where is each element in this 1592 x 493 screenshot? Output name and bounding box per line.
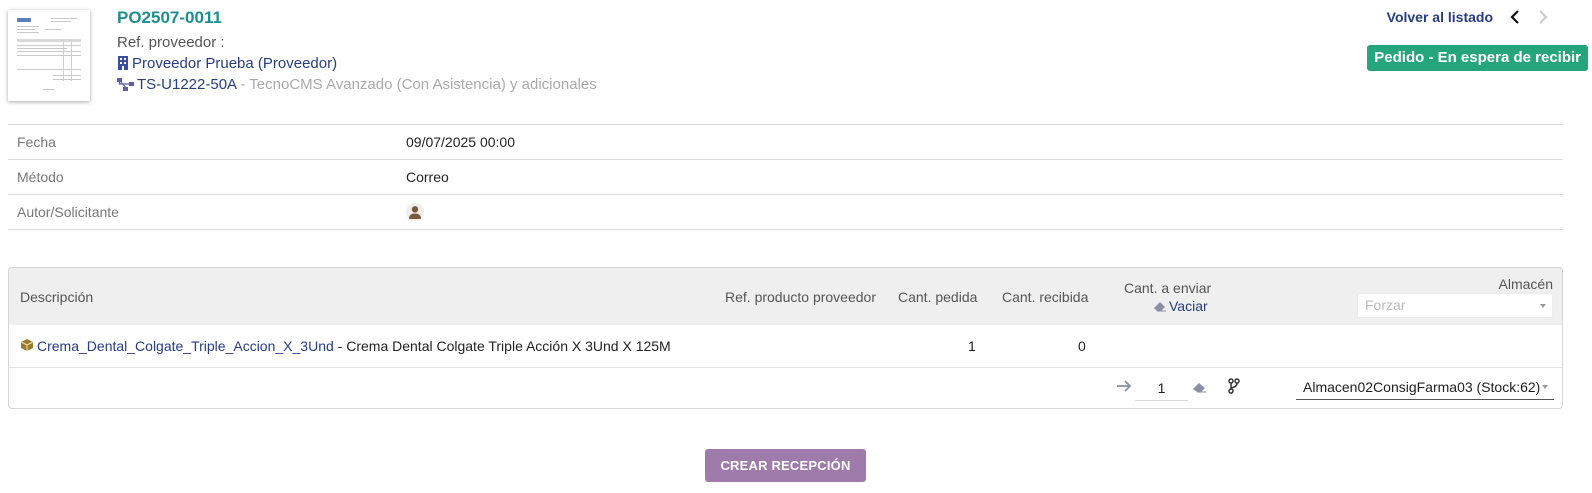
order-header: PO2507-0011 Ref. proveedor : Proveedor P… — [117, 8, 597, 95]
project-name: TecnoCMS Avanzado (Con Asistencia) y adi… — [249, 76, 597, 93]
document-preview — [17, 17, 81, 94]
split-lot-icon[interactable] — [1228, 378, 1240, 397]
dispatch-row: 1 Almacen02ConsigFarma03 (Stock:62) — [9, 368, 1562, 408]
col-qty-received: Cant. recibida — [1002, 289, 1089, 305]
col-description: Descripción — [20, 289, 94, 305]
force-placeholder: Forzar — [1365, 297, 1406, 313]
product-separator: - — [333, 338, 347, 354]
project-row: TS-U1222-50A - TecnoCMS Avanzado (Con As… — [117, 74, 597, 95]
warehouse-select[interactable]: Almacen02ConsigFarma03 (Stock:62) — [1296, 374, 1554, 400]
product-box-icon — [20, 338, 34, 355]
col-qty-ordered: Cant. pedida — [898, 289, 978, 305]
eraser-icon — [1153, 299, 1167, 315]
info-row-date: Fecha 09/07/2025 00:00 — [8, 125, 1563, 160]
chevron-left-icon[interactable] — [1508, 8, 1524, 26]
qty-to-send-input[interactable]: 1 — [1135, 375, 1188, 401]
info-value: Correo — [406, 169, 449, 185]
qty-received-value: 0 — [1078, 338, 1086, 354]
building-icon — [117, 55, 129, 76]
product-description: Crema_Dental_Colgate_Triple_Accion_X_3Un… — [20, 338, 671, 355]
document-thumbnail[interactable] — [8, 10, 90, 101]
info-value: 09/07/2025 00:00 — [406, 134, 515, 150]
eraser-icon[interactable] — [1192, 380, 1207, 396]
qty-ordered-value: 1 — [968, 338, 976, 354]
arrow-right-icon[interactable] — [1116, 379, 1132, 396]
product-label: Crema Dental Colgate Triple Acción X 3Un… — [346, 338, 671, 354]
clear-button[interactable]: Vaciar — [1153, 298, 1208, 315]
info-label: Fecha — [17, 134, 56, 150]
project-separator: - — [236, 76, 250, 93]
order-lines-table: Descripción Ref. producto proveedor Cant… — [8, 267, 1563, 409]
project-tree-icon — [117, 76, 134, 97]
caret-down-icon — [1540, 304, 1546, 308]
project-link[interactable]: TS-U1222-50A — [137, 76, 236, 93]
user-avatar-icon[interactable] — [406, 203, 424, 221]
warehouse-value: Almacen02ConsigFarma03 (Stock:62) — [1303, 379, 1541, 395]
col-qty-to-send: Cant. a enviar — [1124, 280, 1212, 296]
chevron-right-icon — [1534, 8, 1550, 26]
info-row-author: Autor/Solicitante — [8, 195, 1563, 230]
product-link[interactable]: Crema_Dental_Colgate_Triple_Accion_X_3Un… — [37, 338, 334, 354]
col-warehouse: Almacén — [1498, 276, 1553, 292]
supplier-row: Proveedor Prueba (Proveedor) — [117, 53, 597, 74]
order-reference: PO2507-0011 — [117, 8, 222, 27]
back-to-list-link[interactable]: Volver al listado — [1387, 8, 1493, 26]
col-supplier-product-ref: Ref. producto proveedor — [725, 289, 876, 305]
status-badge: Pedido - En espera de recibir — [1367, 45, 1588, 71]
info-label: Autor/Solicitante — [17, 204, 119, 220]
table-row: Crema_Dental_Colgate_Triple_Accion_X_3Un… — [9, 325, 1562, 368]
supplier-ref-label: Ref. proveedor : — [117, 34, 225, 51]
force-warehouse-select[interactable]: Forzar — [1357, 293, 1553, 318]
caret-down-icon — [1542, 385, 1548, 389]
create-reception-button[interactable]: CREAR RECEPCIÓN — [705, 449, 866, 482]
supplier-ref-row: Ref. proveedor : — [117, 32, 597, 53]
info-label: Método — [17, 169, 64, 185]
info-row-method: Método Correo — [8, 160, 1563, 195]
supplier-link[interactable]: Proveedor Prueba (Proveedor) — [132, 55, 337, 72]
clear-label: Vaciar — [1169, 298, 1208, 314]
order-info-table: Fecha 09/07/2025 00:00 Método Correo Aut… — [8, 124, 1563, 230]
table-header: Descripción Ref. producto proveedor Cant… — [9, 268, 1562, 325]
